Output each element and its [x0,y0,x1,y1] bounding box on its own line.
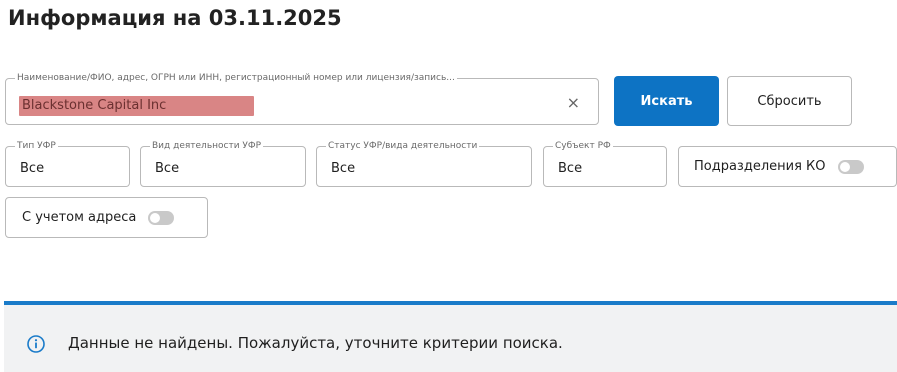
filter-type-legend: Тип УФР [15,140,58,152]
address-toggle-switch[interactable] [148,210,175,225]
filter-type-value: Все [20,161,45,176]
search-input-value: Blackstone Capital Inc [22,98,167,113]
filter-activity-select[interactable]: Вид деятельности УФР Все [140,140,306,187]
search-input-value-redacted[interactable]: Blackstone Capital Inc [19,96,254,116]
no-results-alert: Данные не найдены. Пожалуйста, уточните … [4,305,897,372]
reset-button[interactable]: Сбросить [727,76,852,126]
filter-region-legend: Субъект РФ [553,140,613,152]
filter-region-value: Все [558,161,583,176]
address-toggle-box[interactable]: С учетом адреса [5,197,208,238]
search-button[interactable]: Искать [614,76,719,126]
filter-activity-value: Все [155,161,180,176]
info-icon [27,335,45,353]
alert-message: Данные не найдены. Пожалуйста, уточните … [68,334,563,352]
address-toggle-label: С учетом адреса [22,210,137,225]
branches-toggle-box[interactable]: Подразделения КО [678,146,897,187]
page-title: Информация на 03.11.2025 [8,6,342,30]
filter-status-legend: Статус УФР/вида деятельности [326,140,480,152]
filter-status-select[interactable]: Статус УФР/вида деятельности Все [316,140,532,187]
search-field[interactable]: Наименование/ФИО, адрес, ОГРН или ИНН, р… [5,72,599,125]
filter-region-select[interactable]: Субъект РФ Все [543,140,667,187]
branches-toggle-switch[interactable] [837,159,864,174]
filter-status-value: Все [331,161,356,176]
search-field-legend: Наименование/ФИО, адрес, ОГРН или ИНН, р… [15,72,457,84]
filter-type-select[interactable]: Тип УФР Все [5,140,130,187]
branches-toggle-label: Подразделения КО [694,159,826,174]
close-icon[interactable]: × [567,94,580,112]
filter-activity-legend: Вид деятельности УФР [150,140,264,152]
